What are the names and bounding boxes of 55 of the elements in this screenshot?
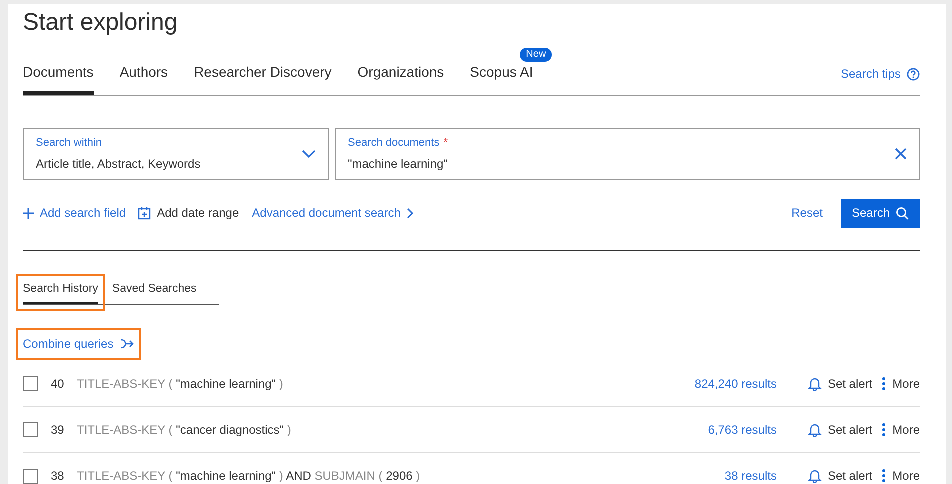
results-link[interactable]: 824,240 results — [694, 374, 777, 393]
results-link[interactable]: 6,763 results — [708, 420, 777, 439]
more-button[interactable]: More — [882, 374, 920, 393]
search-icon — [896, 206, 909, 220]
field-label: Search documents — [348, 136, 440, 152]
query-number: 39 — [51, 422, 66, 439]
more-icon — [882, 469, 886, 484]
help-icon — [907, 68, 920, 80]
chevron-right-icon — [406, 208, 414, 218]
reset-button[interactable]: Reset — [792, 204, 823, 222]
bell-icon — [808, 376, 822, 391]
checkbox[interactable] — [23, 468, 38, 484]
add-search-field-link[interactable]: Add search field — [23, 204, 126, 222]
results-link[interactable]: 38 results — [724, 467, 777, 484]
search-within-dropdown[interactable]: Search within Article title, Abstract, Keywords — [23, 128, 329, 180]
query-text: TITLE-ABS-KEY ( "machine learning" ) — [77, 376, 284, 393]
history-tab[interactable]: Search History — [23, 281, 98, 304]
merge-arrow-icon — [120, 339, 134, 350]
search-documents-field[interactable]: Search documents * "machine learning" — [335, 128, 920, 180]
tab[interactable]: Organizations — [358, 62, 444, 95]
field-value: "machine learning" — [348, 156, 449, 173]
required-mark: * — [444, 136, 448, 152]
checkbox[interactable] — [23, 422, 38, 438]
chevron-down-icon — [302, 150, 316, 158]
history-tab[interactable]: Saved Searches — [112, 281, 197, 304]
bell-icon — [808, 422, 822, 437]
combine-queries-link[interactable]: Combine queries — [23, 335, 134, 354]
field-label: Search within — [36, 136, 104, 152]
query-number: 40 — [51, 376, 66, 393]
tab[interactable]: Documents — [23, 62, 94, 95]
field-value: Article title, Abstract, Keywords — [36, 156, 202, 173]
tab[interactable]: Scopus AI — [470, 62, 534, 95]
query-text: TITLE-ABS-KEY ( "machine learning" ) AND SUBJMAIN ( 2906 ) — [77, 468, 420, 484]
page-title: Start exploring — [23, 8, 179, 38]
plus-icon — [23, 208, 34, 218]
bell-icon — [808, 469, 822, 484]
more-icon — [882, 376, 886, 391]
more-icon — [882, 422, 886, 437]
query-number: 38 — [51, 468, 66, 484]
search-tips-link[interactable]: Search tips — [840, 65, 920, 95]
new-badge: New — [520, 48, 552, 62]
add-date-range-link[interactable]: Add date range — [138, 204, 240, 222]
tab[interactable]: Authors — [120, 62, 168, 95]
more-button[interactable]: More — [882, 420, 920, 439]
set-alert-button[interactable]: Set alert — [808, 420, 873, 439]
more-button[interactable]: More — [882, 467, 920, 484]
tab[interactable]: Researcher Discovery — [194, 62, 332, 95]
clear-icon[interactable] — [895, 148, 907, 160]
checkbox[interactable] — [23, 376, 38, 392]
calendar-icon — [138, 206, 152, 220]
set-alert-button[interactable]: Set alert — [808, 467, 873, 484]
set-alert-button[interactable]: Set alert — [808, 374, 873, 393]
query-text: TITLE-ABS-KEY ( "cancer diagnostics" ) — [77, 422, 292, 439]
search-button[interactable]: Search — [840, 198, 920, 228]
advanced-search-link[interactable]: Advanced document search — [252, 204, 414, 222]
